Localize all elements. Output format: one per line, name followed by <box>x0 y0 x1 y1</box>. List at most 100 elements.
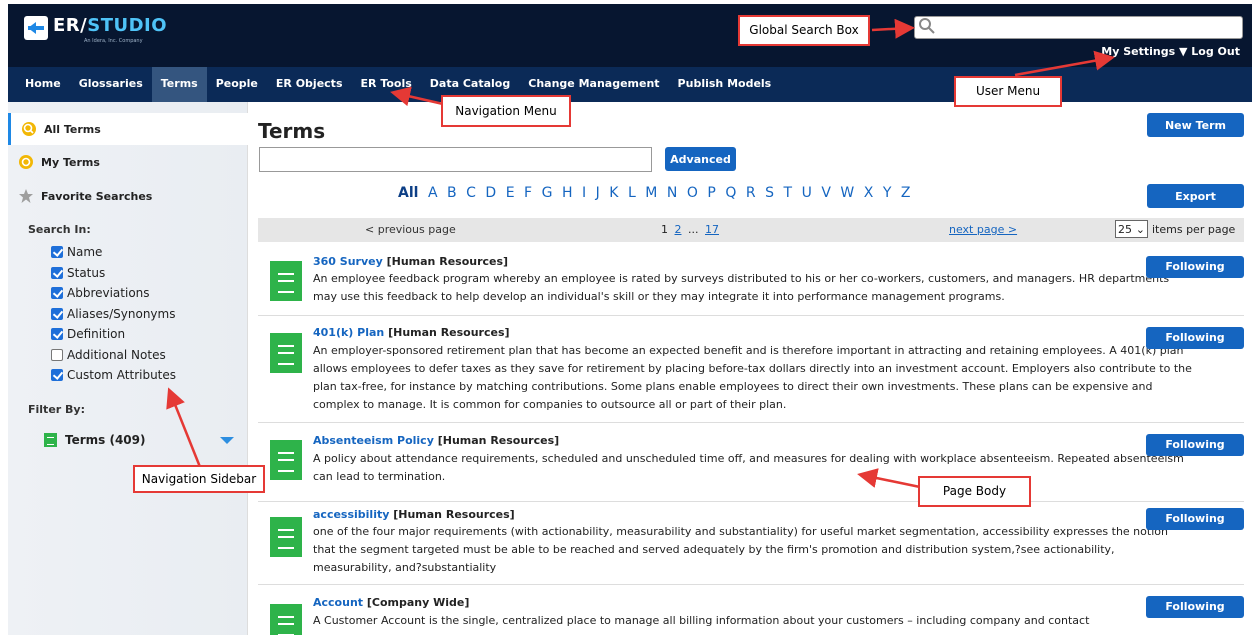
checkbox-custom-attributes[interactable]: Custom Attributes <box>51 368 176 382</box>
nav-glossaries[interactable]: Glossaries <box>70 67 152 102</box>
alpha-letter[interactable]: N <box>667 185 677 201</box>
callout-global-search-box: Global Search Box <box>738 15 870 46</box>
er-studio-logo-icon <box>24 16 48 40</box>
my-settings-menu[interactable]: My Settings ▼ <box>1101 45 1187 58</box>
term-name-link[interactable]: Absenteeism Policy <box>313 434 434 447</box>
nav-people[interactable]: People <box>207 67 267 102</box>
filter-by-heading: Filter By: <box>28 403 85 416</box>
alpha-all[interactable]: All <box>398 185 418 201</box>
alpha-letter[interactable]: H <box>562 185 573 201</box>
callout-page-body: Page Body <box>918 476 1031 507</box>
checkbox-box[interactable] <box>51 328 63 340</box>
alpha-letter[interactable]: F <box>524 185 532 201</box>
last-page-link[interactable]: 17 <box>705 223 719 236</box>
checkbox-box[interactable] <box>51 308 63 320</box>
alpha-letter[interactable]: V <box>821 185 831 201</box>
list-item: Account [Company Wide] A Customer Accoun… <box>258 586 1244 635</box>
alpha-letter[interactable]: M <box>645 185 657 201</box>
term-search-input[interactable] <box>259 147 652 172</box>
log-out-link[interactable]: Log Out <box>1191 45 1240 58</box>
alpha-letter[interactable]: K <box>609 185 618 201</box>
following-button[interactable]: Following <box>1146 596 1244 618</box>
alpha-letter[interactable]: E <box>506 185 515 201</box>
checkbox-box[interactable] <box>51 369 63 381</box>
alpha-letter[interactable]: Z <box>901 185 911 201</box>
alpha-letter[interactable]: G <box>542 185 553 201</box>
term-name-link[interactable]: 401(k) Plan <box>313 326 384 339</box>
checkbox-status[interactable]: Status <box>51 266 105 280</box>
callout-user-menu: User Menu <box>954 76 1062 107</box>
alpha-letter[interactable]: B <box>447 185 457 201</box>
current-page: 1 <box>661 223 668 236</box>
alpha-letter[interactable]: S <box>765 185 774 201</box>
checkbox-definition[interactable]: Definition <box>51 327 125 341</box>
alpha-letter[interactable]: L <box>628 185 636 201</box>
alpha-letter[interactable]: T <box>784 185 793 201</box>
logo-subtitle: An Idera, Inc. Company <box>84 38 143 44</box>
page-2-link[interactable]: 2 <box>675 223 682 236</box>
search-icon <box>22 122 36 136</box>
alpha-letter[interactable]: A <box>428 185 438 201</box>
checkbox-additional-notes[interactable]: Additional Notes <box>51 348 166 362</box>
term-icon <box>270 261 302 301</box>
new-term-button[interactable]: New Term <box>1147 113 1244 137</box>
items-per-page: 25 ⌄ items per page <box>1115 220 1235 238</box>
following-button[interactable]: Following <box>1146 256 1244 278</box>
alpha-letter[interactable]: I <box>582 185 586 201</box>
nav-er-objects[interactable]: ER Objects <box>267 67 352 102</box>
alpha-letter[interactable]: Y <box>883 185 892 201</box>
term-name-link[interactable]: 360 Survey <box>313 255 383 268</box>
term-title: 401(k) Plan [Human Resources] <box>313 326 510 339</box>
checkbox-box[interactable] <box>51 246 63 258</box>
alpha-letter[interactable]: Q <box>725 185 736 201</box>
alpha-letter[interactable]: O <box>687 185 698 201</box>
alpha-letter[interactable]: R <box>746 185 756 201</box>
checkbox-aliases-synonyms[interactable]: Aliases/Synonyms <box>51 307 175 321</box>
term-title: Account [Company Wide] <box>313 596 470 609</box>
sidebar-my-terms[interactable]: My Terms <box>8 146 248 178</box>
following-button[interactable]: Following <box>1146 327 1244 349</box>
checkbox-box[interactable] <box>51 287 63 299</box>
filter-terms-row[interactable]: Terms (409) <box>44 433 146 447</box>
alphabet-filter: All A B C D E F G H I J K L M N O P Q R … <box>398 185 920 201</box>
nav-publish-models[interactable]: Publish Models <box>669 67 781 102</box>
following-button[interactable]: Following <box>1146 508 1244 530</box>
alpha-letter[interactable]: X <box>864 185 874 201</box>
term-icon <box>270 333 302 373</box>
checkbox-name[interactable]: Name <box>51 245 102 259</box>
items-per-page-select[interactable]: 25 ⌄ <box>1115 220 1148 238</box>
caret-down-icon[interactable] <box>220 437 234 444</box>
export-button[interactable]: Export <box>1147 184 1244 208</box>
search-in-heading: Search In: <box>28 223 91 236</box>
alpha-letter[interactable]: D <box>485 185 496 201</box>
previous-page-link[interactable]: < previous page <box>365 223 456 236</box>
alpha-letter[interactable]: P <box>707 185 715 201</box>
term-name-link[interactable]: Account <box>313 596 363 609</box>
app-logo[interactable]: ER/STUDIO An Idera, Inc. Company <box>24 15 168 44</box>
nav-er-tools[interactable]: ER Tools <box>352 67 421 102</box>
alpha-letter[interactable]: C <box>466 185 476 201</box>
advanced-button[interactable]: Advanced <box>665 147 736 171</box>
nav-home[interactable]: Home <box>16 67 70 102</box>
term-icon <box>270 517 302 557</box>
checkbox-box[interactable] <box>51 267 63 279</box>
pagination-bar: < previous page 1 2 ... 17 next page > 2… <box>258 218 1244 242</box>
next-page-link[interactable]: next page > <box>949 223 1017 236</box>
term-title: accessibility [Human Resources] <box>313 508 515 521</box>
nav-terms[interactable]: Terms <box>151 67 207 102</box>
checkbox-box[interactable] <box>51 349 63 361</box>
page-ellipsis: ... <box>688 223 699 236</box>
term-title: Absenteeism Policy [Human Resources] <box>313 434 560 447</box>
alpha-letter[interactable]: U <box>802 185 812 201</box>
sidebar-all-terms[interactable]: All Terms <box>8 113 248 145</box>
term-name-link[interactable]: accessibility <box>313 508 389 521</box>
logo-text: ER/STUDIO <box>53 15 168 36</box>
checkbox-abbreviations[interactable]: Abbreviations <box>51 286 150 300</box>
following-button[interactable]: Following <box>1146 434 1244 456</box>
term-description: one of the four major requirements (with… <box>313 525 1168 574</box>
term-description: An employee feedback program whereby an … <box>313 272 1170 303</box>
sidebar-favorite-searches[interactable]: Favorite Searches <box>8 180 248 212</box>
alpha-letter[interactable]: J <box>596 185 600 201</box>
alpha-letter[interactable]: W <box>840 185 854 201</box>
global-search-input[interactable] <box>914 16 1243 39</box>
